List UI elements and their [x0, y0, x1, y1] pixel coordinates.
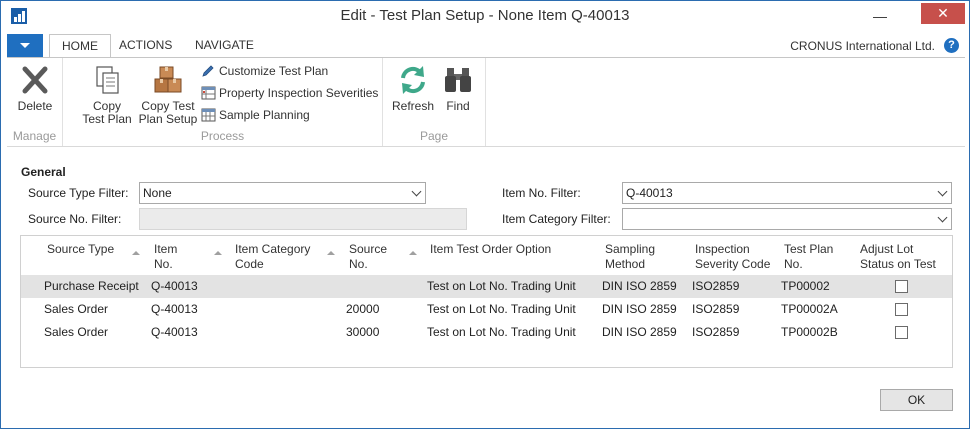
- item-no-filter-select[interactable]: Q-40013: [622, 182, 952, 204]
- customize-test-plan-button[interactable]: Customize Test Plan: [199, 62, 328, 82]
- sort-icon[interactable]: [409, 251, 417, 255]
- group-label-page: Page: [419, 129, 449, 143]
- delete-button[interactable]: Delete: [15, 64, 55, 113]
- property-inspection-severities-button[interactable]: Property Inspection Severities: [199, 84, 378, 104]
- ribbon-group-page: Refresh Find Page: [383, 58, 486, 146]
- source-type-filter-select[interactable]: None: [139, 182, 426, 204]
- ok-button[interactable]: OK: [880, 389, 953, 411]
- column-header-item-test-order-option[interactable]: Item Test Order Option: [430, 242, 551, 257]
- find-button[interactable]: Find: [441, 64, 475, 113]
- minimize-button[interactable]: —: [865, 1, 895, 31]
- tab-navigate[interactable]: NAVIGATE: [183, 34, 266, 57]
- copy-test-plan-setup-button[interactable]: Copy Test Plan Setup: [133, 64, 203, 126]
- group-label-process: Process: [200, 129, 245, 143]
- refresh-icon: [397, 64, 429, 96]
- sort-icon[interactable]: [327, 251, 335, 255]
- application-menu-button[interactable]: [7, 34, 43, 57]
- grid-icon: [201, 108, 216, 122]
- table-row[interactable]: Sales Order Q-40013 20000 Test on Lot No…: [21, 298, 952, 321]
- window-title: Edit - Test Plan Setup - None Item Q-400…: [340, 7, 630, 24]
- dropdown-arrow-icon: [20, 43, 30, 48]
- help-icon[interactable]: ?: [944, 38, 959, 53]
- pencil-icon: [201, 64, 216, 78]
- chevron-down-icon: [937, 212, 948, 223]
- tab-actions[interactable]: ACTIONS: [107, 34, 184, 57]
- item-category-filter-select[interactable]: [622, 208, 952, 230]
- delete-x-icon: [19, 64, 51, 96]
- chevron-down-icon: [411, 186, 422, 197]
- adjust-lot-checkbox[interactable]: [895, 303, 908, 316]
- test-plan-setup-grid: Source Type Item No. Item Category Code …: [20, 235, 953, 368]
- source-type-filter-label: Source Type Filter:: [28, 186, 129, 200]
- source-no-filter-label: Source No. Filter:: [28, 212, 122, 226]
- column-header-sampling-method[interactable]: Sampling Method: [605, 242, 655, 272]
- tab-home[interactable]: HOME: [49, 34, 111, 58]
- edit-window: Edit - Test Plan Setup - None Item Q-400…: [0, 0, 970, 429]
- title-bar: Edit - Test Plan Setup - None Item Q-400…: [1, 1, 969, 32]
- column-header-test-plan-no[interactable]: Test Plan No.: [784, 242, 833, 272]
- column-header-item-no[interactable]: Item No.: [154, 242, 177, 272]
- copy-documents-icon: [91, 64, 123, 96]
- table-row[interactable]: Sales Order Q-40013 30000 Test on Lot No…: [21, 321, 952, 344]
- item-category-filter-label: Item Category Filter:: [502, 212, 611, 226]
- close-button[interactable]: ✕: [921, 3, 965, 24]
- ribbon-group-manage: Delete Manage: [7, 58, 63, 146]
- sort-icon[interactable]: [214, 251, 222, 255]
- copy-test-plan-button[interactable]: Copy Test Plan: [75, 64, 139, 126]
- source-no-filter-field[interactable]: [139, 208, 467, 230]
- table-icon: [201, 86, 216, 100]
- sample-planning-button[interactable]: Sample Planning: [199, 106, 310, 126]
- column-header-adjust-lot-status[interactable]: Adjust Lot Status on Test: [860, 242, 936, 272]
- binoculars-icon: [442, 64, 474, 96]
- table-row[interactable]: Purchase Receipt Q-40013 Test on Lot No.…: [21, 275, 952, 298]
- adjust-lot-checkbox[interactable]: [895, 280, 908, 293]
- section-title-general: General: [21, 165, 66, 179]
- sort-icon[interactable]: [132, 251, 140, 255]
- ribbon-tab-row: HOME ACTIONS NAVIGATE CRONUS Internation…: [7, 34, 965, 58]
- company-name: CRONUS International Ltd.: [790, 39, 935, 53]
- item-no-filter-label: Item No. Filter:: [502, 186, 581, 200]
- column-header-source-type[interactable]: Source Type: [47, 242, 114, 257]
- ribbon-group-process: Copy Test Plan Copy Test Plan Setup Cust…: [63, 58, 383, 146]
- column-header-item-category-code[interactable]: Item Category Code: [235, 242, 310, 272]
- group-label-manage: Manage: [12, 129, 57, 143]
- boxes-icon: [152, 64, 184, 96]
- adjust-lot-checkbox[interactable]: [895, 326, 908, 339]
- column-header-source-no[interactable]: Source No.: [349, 242, 387, 272]
- chevron-down-icon: [937, 186, 948, 197]
- ribbon: Delete Manage Copy Test Plan Copy Test P…: [7, 57, 965, 147]
- column-header-inspection-severity-code[interactable]: Inspection Severity Code: [695, 242, 770, 272]
- refresh-button[interactable]: Refresh: [391, 64, 435, 113]
